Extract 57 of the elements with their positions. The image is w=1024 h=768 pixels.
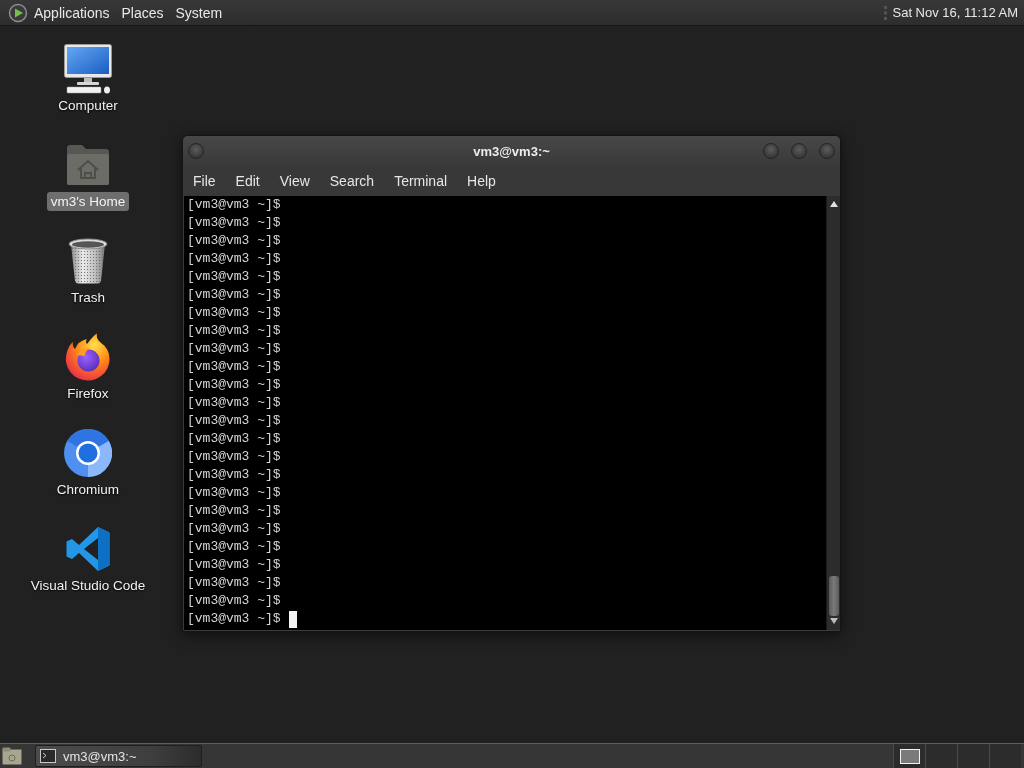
panel-menu-item[interactable]: Places [115, 1, 170, 24]
terminal-line: [vm3@vm3 ~]$ [187, 214, 281, 232]
scroll-up-icon[interactable] [829, 201, 838, 207]
terminal-line: [vm3@vm3 ~]$ [187, 466, 281, 484]
show-desktop-icon[interactable] [2, 747, 22, 765]
home-folder-icon[interactable] [66, 144, 110, 186]
terminal-line: [vm3@vm3 ~]$ [187, 304, 281, 322]
terminal-line: [vm3@vm3 ~]$ [187, 358, 281, 376]
terminal-line: [vm3@vm3 ~]$ [187, 610, 281, 628]
taskbar-button[interactable]: vm3@vm3:~ [35, 745, 202, 767]
terminal-line: [vm3@vm3 ~]$ [187, 484, 281, 502]
terminal-line: [vm3@vm3 ~]$ [187, 232, 281, 250]
menu-item[interactable]: Search [319, 170, 385, 192]
computer-icon[interactable] [64, 44, 112, 94]
vscode-icon[interactable] [66, 526, 110, 572]
terminal-line: [vm3@vm3 ~]$ [187, 538, 281, 556]
workspace-button[interactable] [893, 744, 925, 768]
desktop-icon-label[interactable]: Visual Studio Code [26, 576, 150, 595]
scroll-down-icon[interactable] [829, 618, 838, 624]
terminal-line: [vm3@vm3 ~]$ [187, 286, 281, 304]
terminal-line: [vm3@vm3 ~]$ [187, 268, 281, 286]
terminal-line: [vm3@vm3 ~]$ [187, 520, 281, 538]
chromium-icon[interactable] [64, 429, 112, 477]
desktop-icon-label[interactable]: vm3's Home [46, 192, 130, 211]
terminal-line: [vm3@vm3 ~]$ [187, 448, 281, 466]
desktop-icon-label[interactable]: Computer [54, 96, 122, 115]
panel-menu-item[interactable]: System [169, 1, 229, 24]
desktop-icon-label[interactable]: Trash [67, 288, 109, 307]
terminal-line: [vm3@vm3 ~]$ [187, 250, 281, 268]
menu-item[interactable]: Help [457, 170, 506, 192]
panel-clock[interactable]: Sat Nov 16, 11:12 AM [886, 1, 1022, 24]
firefox-icon[interactable] [65, 333, 111, 381]
terminal-line: [vm3@vm3 ~]$ [187, 376, 281, 394]
terminal-line: [vm3@vm3 ~]$ [187, 592, 281, 610]
desktop-icon-label[interactable]: Firefox [63, 384, 113, 403]
trash-icon[interactable] [68, 238, 108, 284]
menu-item[interactable]: Edit [225, 170, 270, 192]
terminal-line: [vm3@vm3 ~]$ [187, 394, 281, 412]
terminal-line: [vm3@vm3 ~]$ [187, 412, 281, 430]
panel-menu-item[interactable]: Applications [28, 1, 116, 24]
terminal-line: [vm3@vm3 ~]$ [187, 502, 281, 520]
menu-item[interactable]: File [183, 170, 226, 192]
panel-handle-icon[interactable] [883, 5, 887, 20]
main-menu-icon[interactable] [8, 2, 28, 23]
desktop-icon-label[interactable]: Chromium [52, 480, 124, 499]
terminal-line: [vm3@vm3 ~]$ [187, 556, 281, 574]
scrollbar-thumb[interactable] [828, 576, 839, 616]
menu-item[interactable]: Terminal [384, 170, 458, 192]
terminal-line: [vm3@vm3 ~]$ [187, 430, 281, 448]
terminal-line: [vm3@vm3 ~]$ [187, 322, 281, 340]
terminal-line: [vm3@vm3 ~]$ [187, 340, 281, 358]
window-title: vm3@vm3:~ [473, 143, 550, 159]
terminal-line: [vm3@vm3 ~]$ [187, 574, 281, 592]
window-thumbnail-icon [899, 748, 920, 764]
terminal-icon [40, 749, 56, 763]
terminal-line: [vm3@vm3 ~]$ [187, 196, 281, 214]
menu-item[interactable]: View [269, 170, 320, 192]
